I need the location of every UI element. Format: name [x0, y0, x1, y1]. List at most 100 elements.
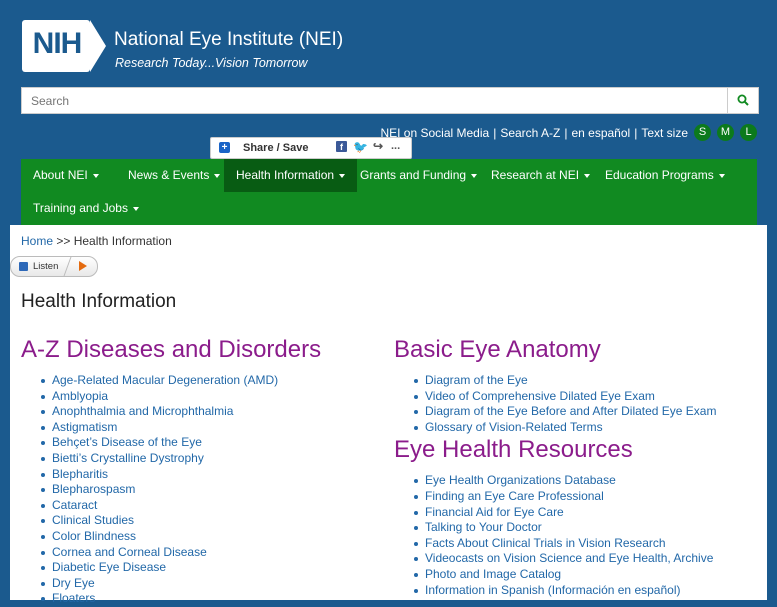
share-plus-icon: + [219, 142, 230, 153]
nav-item-health-information[interactable]: Health Information [224, 159, 358, 192]
listen-button[interactable]: Listen [10, 256, 98, 277]
resource-link[interactable]: Facts About Clinical Trials in Vision Re… [425, 536, 666, 550]
nav-label: Grants and Funding [360, 168, 467, 182]
disease-link[interactable]: Amblyopia [52, 389, 108, 403]
disease-link[interactable]: Bietti’s Crystalline Dystrophy [52, 451, 204, 465]
disease-link[interactable]: Astigmatism [52, 420, 117, 434]
site-header: NIH National Eye Institute (NEI) Researc… [10, 0, 767, 90]
list-item: Cornea and Corneal Disease [41, 545, 381, 561]
separator: | [634, 125, 638, 140]
disease-link[interactable]: Color Blindness [52, 529, 136, 543]
caret-down-icon [339, 173, 346, 178]
list-item: Facts About Clinical Trials in Vision Re… [414, 536, 759, 552]
list-item: Floaters [41, 591, 381, 607]
resources-list: Eye Health Organizations Database Findin… [394, 473, 759, 598]
resource-link[interactable]: Videocasts on Vision Science and Eye Hea… [425, 551, 713, 565]
list-item: Blepharospasm [41, 482, 381, 498]
listen-label: Listen [33, 261, 59, 272]
breadcrumb-home-link[interactable]: Home [21, 234, 53, 248]
nih-logo-text[interactable]: NIH [22, 27, 92, 61]
nav-item-about-nei[interactable]: About NEI [21, 159, 111, 192]
separator: | [564, 125, 568, 140]
nav-item-research[interactable]: Research at NEI [479, 159, 602, 192]
search-bar [21, 87, 759, 114]
search-button[interactable] [727, 88, 758, 113]
list-item: Anophthalmia and Microphthalmia [41, 404, 381, 420]
disease-link[interactable]: Age-Related Macular Degeneration (AMD) [52, 373, 278, 387]
nav-label: Education Programs [605, 168, 714, 182]
disease-link[interactable]: Diabetic Eye Disease [52, 560, 166, 574]
nav-label: Training and Jobs [33, 201, 128, 215]
nih-logo-arrow [90, 20, 106, 72]
nav-item-news-events[interactable]: News & Events [116, 159, 232, 192]
search-icon [737, 94, 749, 106]
disease-link[interactable]: Blepharitis [52, 467, 108, 481]
anatomy-link[interactable]: Glossary of Vision-Related Terms [425, 420, 603, 434]
share-widget[interactable]: + Share / Save f 🐦 ↪ ... [210, 137, 412, 159]
facebook-icon[interactable]: f [336, 141, 347, 152]
espanol-link[interactable]: en español [571, 126, 630, 140]
nav-item-education[interactable]: Education Programs [593, 159, 737, 192]
list-item: Blepharitis [41, 467, 381, 483]
list-item: Finding an Eye Care Professional [414, 489, 759, 505]
anatomy-link[interactable]: Diagram of the Eye [425, 373, 528, 387]
list-item: Cataract [41, 498, 381, 514]
text-size-small-button[interactable]: S [694, 124, 711, 141]
list-item: Diagram of the Eye [414, 373, 759, 389]
list-item: Diagram of the Eye Before and After Dila… [414, 404, 759, 420]
page-title: Health Information [21, 291, 177, 312]
main-nav: About NEI News & Events Health Informati… [21, 159, 757, 225]
nav-label: Health Information [236, 168, 335, 182]
az-column: A-Z Diseases and Disorders Age-Related M… [21, 335, 381, 607]
resource-link[interactable]: Talking to Your Doctor [425, 520, 542, 534]
az-section-title: A-Z Diseases and Disorders [21, 336, 322, 363]
forward-icon[interactable]: ↪ [373, 139, 383, 153]
resource-link[interactable]: Financial Aid for Eye Care [425, 505, 564, 519]
utility-bar: NEI on Social Media | Search A-Z | en es… [380, 124, 757, 141]
disease-link[interactable]: Anophthalmia and Microphthalmia [52, 404, 233, 418]
divider [63, 256, 73, 277]
disease-link[interactable]: Blepharospasm [52, 482, 135, 496]
separator: | [493, 125, 497, 140]
anatomy-link[interactable]: Video of Comprehensive Dilated Eye Exam [425, 389, 655, 403]
disease-link[interactable]: Behçet’s Disease of the Eye [52, 435, 202, 449]
anatomy-link[interactable]: Diagram of the Eye Before and After Dila… [425, 404, 716, 418]
disease-link[interactable]: Cornea and Corneal Disease [52, 545, 207, 559]
play-icon[interactable] [79, 261, 87, 271]
search-input[interactable] [22, 88, 724, 113]
disease-link[interactable]: Cataract [52, 498, 97, 512]
nav-label: About NEI [33, 168, 88, 182]
list-item: Behçet’s Disease of the Eye [41, 435, 381, 451]
search-az-link[interactable]: Search A-Z [500, 126, 560, 140]
page-scrollbar[interactable] [767, 0, 777, 600]
disease-link[interactable]: Dry Eye [52, 576, 95, 590]
nav-item-grants-funding[interactable]: Grants and Funding [348, 159, 489, 192]
twitter-icon[interactable]: 🐦 [353, 140, 368, 154]
text-size-medium-button[interactable]: M [717, 124, 734, 141]
disease-link[interactable]: Floaters [52, 591, 95, 605]
nav-item-training-jobs[interactable]: Training and Jobs [21, 192, 151, 225]
anatomy-list: Diagram of the Eye Video of Comprehensiv… [394, 373, 759, 435]
anatomy-section-title: Basic Eye Anatomy [394, 336, 601, 363]
speaker-icon [19, 262, 28, 271]
caret-down-icon [92, 173, 99, 178]
resources-section-title: Eye Health Resources [394, 436, 633, 464]
caret-down-icon [471, 173, 478, 178]
list-item: Video of Comprehensive Dilated Eye Exam [414, 389, 759, 405]
text-size-large-button[interactable]: L [740, 124, 757, 141]
resource-link[interactable]: Information in Spanish (Información en e… [425, 583, 680, 597]
share-label: Share / Save [243, 142, 309, 154]
disease-link[interactable]: Clinical Studies [52, 513, 134, 527]
resource-link[interactable]: Photo and Image Catalog [425, 567, 561, 581]
list-item: Astigmatism [41, 420, 381, 436]
resource-link[interactable]: Eye Health Organizations Database [425, 473, 616, 487]
caret-down-icon [132, 206, 139, 211]
caret-down-icon [584, 173, 591, 178]
list-item: Information in Spanish (Información en e… [414, 583, 759, 599]
site-title[interactable]: National Eye Institute (NEI) [114, 29, 343, 51]
site-tagline: Research Today...Vision Tomorrow [115, 56, 308, 70]
caret-down-icon [214, 173, 221, 178]
resource-link[interactable]: Finding an Eye Care Professional [425, 489, 604, 503]
list-item: Diabetic Eye Disease [41, 560, 381, 576]
more-icon[interactable]: ... [391, 140, 400, 152]
